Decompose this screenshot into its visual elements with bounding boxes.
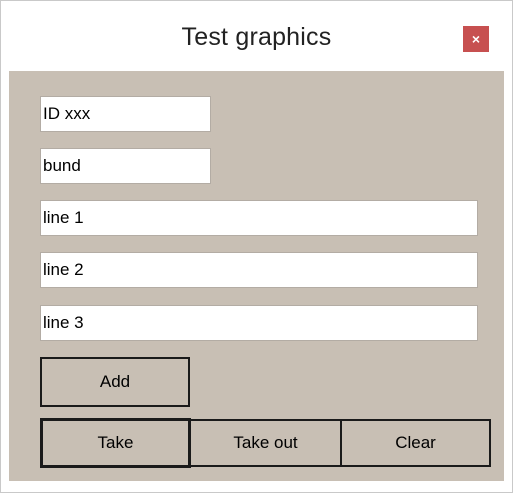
bund-field[interactable]: bund — [40, 148, 211, 184]
line-1-field[interactable]: line 1 — [40, 200, 478, 236]
close-icon: × — [471, 31, 481, 47]
take-button[interactable]: Take — [40, 418, 191, 468]
clear-button[interactable]: Clear — [340, 419, 491, 467]
id-field[interactable]: ID xxx — [40, 96, 211, 132]
line-3-field[interactable]: line 3 — [40, 305, 478, 341]
dialog-window: Test graphics × ID xxx bund line 1 line … — [0, 0, 513, 493]
close-button[interactable]: × — [463, 26, 489, 52]
form-panel: ID xxx bund line 1 line 2 line 3 Add Tak… — [9, 71, 504, 481]
title-bar[interactable]: Test graphics × — [1, 1, 512, 71]
take-out-button[interactable]: Take out — [189, 419, 342, 467]
line-2-field[interactable]: line 2 — [40, 252, 478, 288]
add-button[interactable]: Add — [40, 357, 190, 407]
window-title: Test graphics — [181, 23, 332, 51]
